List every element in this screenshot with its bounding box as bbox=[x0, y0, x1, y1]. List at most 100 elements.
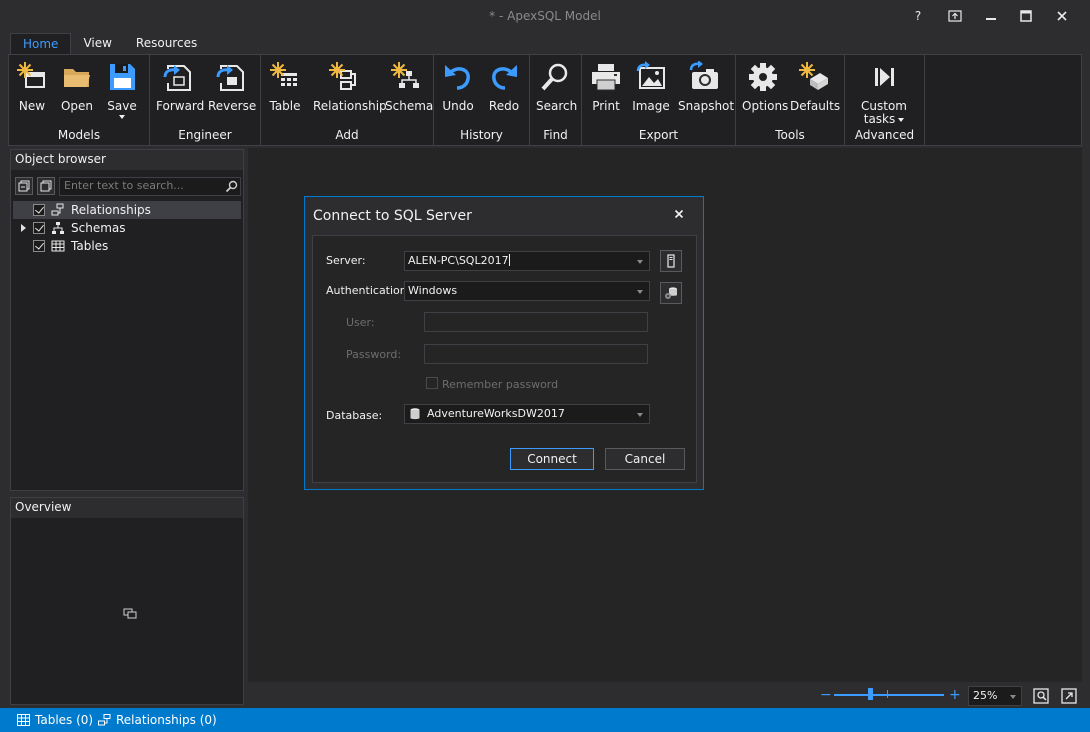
tables-checkbox[interactable] bbox=[33, 240, 45, 252]
database-combo[interactable]: AdventureWorksDW2017 bbox=[404, 404, 650, 424]
database-settings-icon bbox=[665, 287, 677, 299]
schemas-checkbox[interactable] bbox=[33, 222, 45, 234]
fullscreen-button[interactable] bbox=[1060, 687, 1078, 705]
schema-button[interactable]: Schema bbox=[385, 59, 433, 125]
auth-settings-button[interactable] bbox=[660, 282, 682, 304]
expand-arrow-icon[interactable] bbox=[21, 224, 26, 232]
ribbon: New Open Save Models Forward Reverse Eng… bbox=[8, 54, 1082, 146]
authentication-label: Authentication: bbox=[326, 284, 411, 297]
redo-button[interactable]: Redo bbox=[486, 59, 522, 125]
connect-button[interactable]: Connect bbox=[510, 448, 594, 470]
relationships-checkbox[interactable] bbox=[33, 204, 45, 216]
save-label: Save bbox=[107, 99, 137, 113]
status-tables[interactable]: Tables (0) bbox=[17, 713, 93, 727]
search-button[interactable]: Search bbox=[536, 59, 578, 125]
tree-item-label: Schemas bbox=[71, 221, 126, 235]
printer-icon bbox=[592, 64, 620, 91]
defaults-button[interactable]: Defaults bbox=[790, 59, 840, 125]
user-input[interactable] bbox=[424, 312, 648, 332]
maximize-button[interactable] bbox=[1011, 4, 1041, 28]
remember-password-label: Remember password bbox=[442, 378, 559, 391]
search-label: Search bbox=[536, 99, 578, 113]
zoom-slider-thumb[interactable] bbox=[868, 688, 873, 700]
custom-tasks-button[interactable]: Custom tasks bbox=[859, 59, 909, 126]
search-icon[interactable] bbox=[225, 180, 238, 193]
close-icon bbox=[1057, 11, 1067, 21]
zoom-slider-track[interactable] bbox=[834, 694, 944, 696]
minimize-icon bbox=[986, 18, 996, 20]
camera-icon bbox=[689, 61, 718, 89]
fit-to-screen-button[interactable] bbox=[1032, 687, 1050, 705]
print-label: Print bbox=[592, 99, 620, 113]
status-tables-label: Tables (0) bbox=[35, 713, 94, 727]
database-icon bbox=[410, 408, 420, 420]
snapshot-button[interactable]: Snapshot bbox=[678, 59, 734, 125]
defaults-icon bbox=[799, 62, 828, 90]
expand-all-button[interactable] bbox=[37, 177, 55, 195]
tab-view[interactable]: View bbox=[71, 33, 123, 55]
table-button[interactable]: Table bbox=[267, 59, 303, 125]
zoom-out-button[interactable]: − bbox=[820, 688, 832, 702]
remember-password-checkbox[interactable] bbox=[426, 377, 438, 389]
relationship-label: Relationship bbox=[313, 99, 387, 113]
zoom-level-value: 25% bbox=[973, 689, 998, 702]
tab-home[interactable]: Home bbox=[10, 33, 72, 55]
authentication-combo[interactable]: Windows bbox=[404, 281, 650, 301]
status-relationships[interactable]: Relationships (0) bbox=[98, 713, 217, 727]
chevron-down-icon[interactable] bbox=[637, 413, 643, 417]
chevron-down-icon[interactable] bbox=[1010, 695, 1016, 699]
server-label: Server: bbox=[326, 254, 366, 267]
password-input[interactable] bbox=[424, 344, 648, 364]
group-add-label: Add bbox=[335, 128, 359, 142]
add-relationship-icon bbox=[329, 62, 356, 90]
group-find: Search Find bbox=[530, 55, 582, 145]
reverse-button[interactable]: Reverse bbox=[208, 59, 257, 125]
overview-viewport-icon[interactable] bbox=[123, 608, 137, 620]
print-button[interactable]: Print bbox=[588, 59, 624, 125]
group-tools-label: Tools bbox=[775, 128, 805, 142]
forward-label: Forward bbox=[156, 99, 205, 113]
image-button[interactable]: Image bbox=[632, 59, 670, 125]
dialog-close-button[interactable] bbox=[669, 205, 689, 225]
connect-dialog: Connect to SQL Server Server: ALEN-PC\SQ… bbox=[304, 196, 704, 490]
minimize-button[interactable] bbox=[976, 4, 1006, 28]
group-models: New Open Save Models bbox=[9, 55, 150, 145]
cancel-button[interactable]: Cancel bbox=[605, 448, 685, 470]
authentication-value: Windows bbox=[408, 284, 458, 297]
collapse-all-button[interactable] bbox=[15, 177, 33, 195]
group-history-label: History bbox=[460, 128, 503, 142]
reverse-label: Reverse bbox=[208, 99, 257, 113]
save-dropdown-icon[interactable] bbox=[119, 115, 125, 119]
server-combo[interactable]: ALEN-PC\SQL2017 bbox=[404, 251, 650, 271]
open-label: Open bbox=[60, 99, 94, 113]
table-label: Table bbox=[269, 99, 301, 113]
close-icon bbox=[674, 209, 684, 219]
zoom-level-combo[interactable]: 25% bbox=[968, 686, 1022, 706]
chevron-down-icon[interactable] bbox=[637, 290, 643, 294]
table-icon bbox=[51, 240, 65, 252]
group-models-label: Models bbox=[57, 128, 101, 142]
new-button[interactable]: New bbox=[15, 59, 49, 125]
zoom-in-button[interactable]: + bbox=[949, 688, 961, 702]
object-search-input[interactable]: Enter text to search... bbox=[59, 177, 241, 196]
restore-ribbon-button[interactable] bbox=[940, 4, 970, 28]
browse-server-button[interactable] bbox=[660, 250, 682, 272]
open-button[interactable]: Open bbox=[59, 59, 95, 125]
user-label: User: bbox=[346, 316, 375, 329]
tree-item-tables[interactable]: Tables bbox=[13, 237, 241, 255]
forward-button[interactable]: Forward bbox=[156, 59, 205, 125]
group-advanced: Custom tasks Advanced bbox=[845, 55, 925, 145]
relationship-button[interactable]: Relationship bbox=[313, 59, 387, 125]
fullscreen-icon bbox=[1061, 688, 1077, 704]
chevron-down-icon[interactable] bbox=[637, 260, 643, 264]
tree-item-relationships[interactable]: Relationships bbox=[13, 201, 241, 219]
overview-title: Overview bbox=[11, 498, 243, 518]
tree-item-schemas[interactable]: Schemas bbox=[13, 219, 241, 237]
undo-button[interactable]: Undo bbox=[440, 59, 476, 125]
save-button[interactable]: Save bbox=[105, 59, 139, 125]
custom-tasks-dropdown-icon[interactable] bbox=[898, 117, 905, 122]
help-button[interactable]: ? bbox=[903, 4, 933, 28]
tab-resources[interactable]: Resources bbox=[124, 33, 209, 55]
options-button[interactable]: Options bbox=[742, 59, 788, 125]
close-button[interactable] bbox=[1047, 4, 1077, 28]
